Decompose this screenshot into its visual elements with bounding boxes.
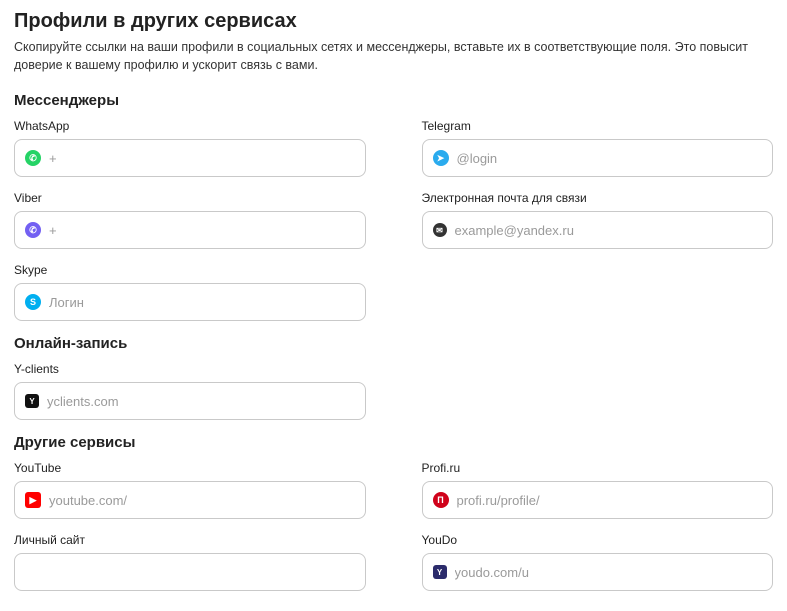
- input-profi[interactable]: [457, 493, 763, 508]
- viber-icon: ✆: [25, 222, 41, 238]
- label-viber: Viber: [14, 191, 366, 205]
- input-wrap-profi[interactable]: П: [422, 481, 774, 519]
- label-whatsapp: WhatsApp: [14, 119, 366, 133]
- input-youdo[interactable]: [455, 565, 763, 580]
- field-telegram: Telegram ➤: [422, 119, 774, 177]
- mail-icon: ✉: [433, 223, 447, 237]
- field-site: Личный сайт: [14, 533, 366, 591]
- booking-grid: Y-clients Y: [14, 362, 773, 420]
- input-whatsapp[interactable]: [57, 151, 355, 166]
- input-viber[interactable]: [57, 223, 355, 238]
- input-skype[interactable]: [49, 295, 355, 310]
- prefix-whatsapp: +: [49, 151, 57, 166]
- label-youdo: YouDo: [422, 533, 774, 547]
- input-wrap-email[interactable]: ✉: [422, 211, 774, 249]
- input-wrap-skype[interactable]: S: [14, 283, 366, 321]
- skype-icon: S: [25, 294, 41, 310]
- input-wrap-whatsapp[interactable]: ✆ +: [14, 139, 366, 177]
- yclients-icon: Y: [25, 394, 39, 408]
- others-grid: YouTube ▶ Profi.ru П Личный сайт YouDo Y: [14, 461, 773, 591]
- label-telegram: Telegram: [422, 119, 774, 133]
- messengers-grid: WhatsApp ✆ + Telegram ➤ Viber ✆ + Электр…: [14, 119, 773, 321]
- label-yclients: Y-clients: [14, 362, 366, 376]
- youtube-icon: ▶: [25, 492, 41, 508]
- field-email: Электронная почта для связи ✉: [422, 191, 774, 249]
- section-heading-others: Другие сервисы: [14, 434, 773, 451]
- field-profi: Profi.ru П: [422, 461, 774, 519]
- input-youtube[interactable]: [49, 493, 355, 508]
- page-intro: Скопируйте ссылки на ваши профили в соци…: [14, 39, 773, 74]
- input-wrap-youdo[interactable]: Y: [422, 553, 774, 591]
- prefix-viber: +: [49, 223, 57, 238]
- input-wrap-telegram[interactable]: ➤: [422, 139, 774, 177]
- label-email: Электронная почта для связи: [422, 191, 774, 205]
- label-youtube: YouTube: [14, 461, 366, 475]
- profi-icon: П: [433, 492, 449, 508]
- input-wrap-yclients[interactable]: Y: [14, 382, 366, 420]
- input-wrap-viber[interactable]: ✆ +: [14, 211, 366, 249]
- input-telegram[interactable]: [457, 151, 763, 166]
- youdo-icon: Y: [433, 565, 447, 579]
- section-heading-booking: Онлайн-запись: [14, 335, 773, 352]
- whatsapp-icon: ✆: [25, 150, 41, 166]
- input-yclients[interactable]: [47, 394, 355, 409]
- input-wrap-youtube[interactable]: ▶: [14, 481, 366, 519]
- section-heading-messengers: Мессенджеры: [14, 92, 773, 109]
- field-yclients: Y-clients Y: [14, 362, 366, 420]
- label-site: Личный сайт: [14, 533, 366, 547]
- field-youtube: YouTube ▶: [14, 461, 366, 519]
- label-skype: Skype: [14, 263, 366, 277]
- field-viber: Viber ✆ +: [14, 191, 366, 249]
- label-profi: Profi.ru: [422, 461, 774, 475]
- input-site[interactable]: [25, 565, 355, 580]
- page-title: Профили в других сервисах: [14, 10, 773, 33]
- input-wrap-site[interactable]: [14, 553, 366, 591]
- input-email[interactable]: [455, 223, 763, 238]
- telegram-icon: ➤: [433, 150, 449, 166]
- field-skype: Skype S: [14, 263, 366, 321]
- field-youdo: YouDo Y: [422, 533, 774, 591]
- field-whatsapp: WhatsApp ✆ +: [14, 119, 366, 177]
